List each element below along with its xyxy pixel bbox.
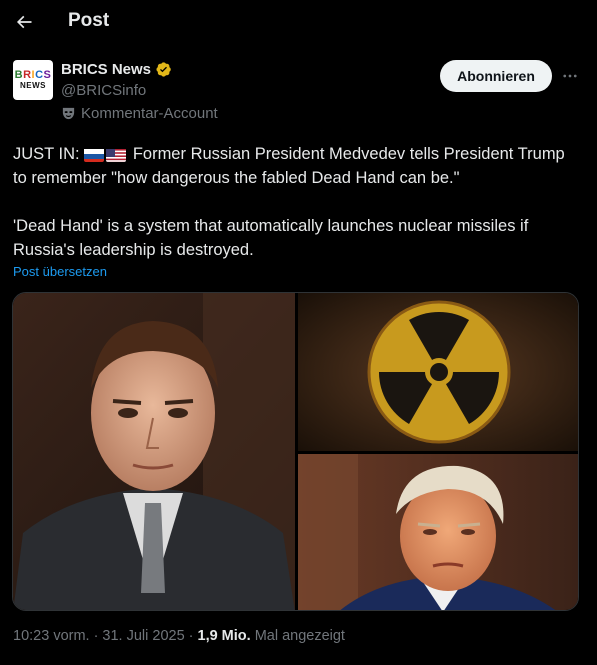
post-date[interactable]: 31. Juli 2025 xyxy=(102,628,184,644)
post-meta: 10:23 vorm. · 31. Juli 2025 · 1,9 Mio. M… xyxy=(13,628,345,644)
avatar-logo-text: BRICS xyxy=(14,68,52,81)
usa-flag-icon xyxy=(106,147,127,162)
post-time[interactable]: 10:23 vorm. xyxy=(13,628,90,644)
post-line2: 'Dead Hand' is a system that automatical… xyxy=(13,217,529,259)
page-title: Post xyxy=(68,10,110,31)
medvedev-portrait-image xyxy=(13,293,295,610)
radiation-symbol-image xyxy=(298,293,578,451)
account-label: Kommentar-Account xyxy=(61,105,218,122)
mask-icon xyxy=(62,107,75,120)
media-grid xyxy=(12,292,579,611)
post-prefix: JUST IN: xyxy=(13,145,80,163)
media-photo-trump[interactable] xyxy=(298,454,578,610)
meta-separator: · xyxy=(93,628,99,644)
more-dots-icon xyxy=(563,74,577,78)
meta-separator: · xyxy=(188,628,194,644)
author-name-row[interactable]: BRICS News xyxy=(61,61,172,78)
avatar[interactable]: BRICS NEWS xyxy=(13,60,53,100)
verified-badge-icon xyxy=(156,62,171,77)
translate-link[interactable]: Post übersetzen xyxy=(13,264,107,279)
post-text: JUST IN: Former Russian President Medved… xyxy=(13,142,583,262)
view-count-label: Mal angezeigt xyxy=(254,628,345,644)
avatar-logo-subtext: NEWS xyxy=(20,80,46,90)
account-label-text: Kommentar-Account xyxy=(81,105,218,122)
more-button[interactable] xyxy=(558,64,582,88)
media-photo-medvedev[interactable] xyxy=(13,293,295,610)
arrow-left-icon xyxy=(16,15,32,29)
back-button[interactable] xyxy=(10,8,38,36)
author-handle[interactable]: @BRICSinfo xyxy=(61,82,146,99)
media-photo-radiation[interactable] xyxy=(298,293,578,451)
post-author: BRICS NEWS BRICS News @BRICSinfo Komment… xyxy=(13,58,588,128)
follow-button[interactable]: Abonnieren xyxy=(440,60,552,92)
view-count[interactable]: 1,9 Mio. xyxy=(198,628,251,644)
trump-portrait-image xyxy=(298,454,578,610)
top-bar: Post xyxy=(0,0,597,44)
display-name[interactable]: BRICS News xyxy=(61,61,151,78)
russia-flag-icon xyxy=(84,147,105,162)
